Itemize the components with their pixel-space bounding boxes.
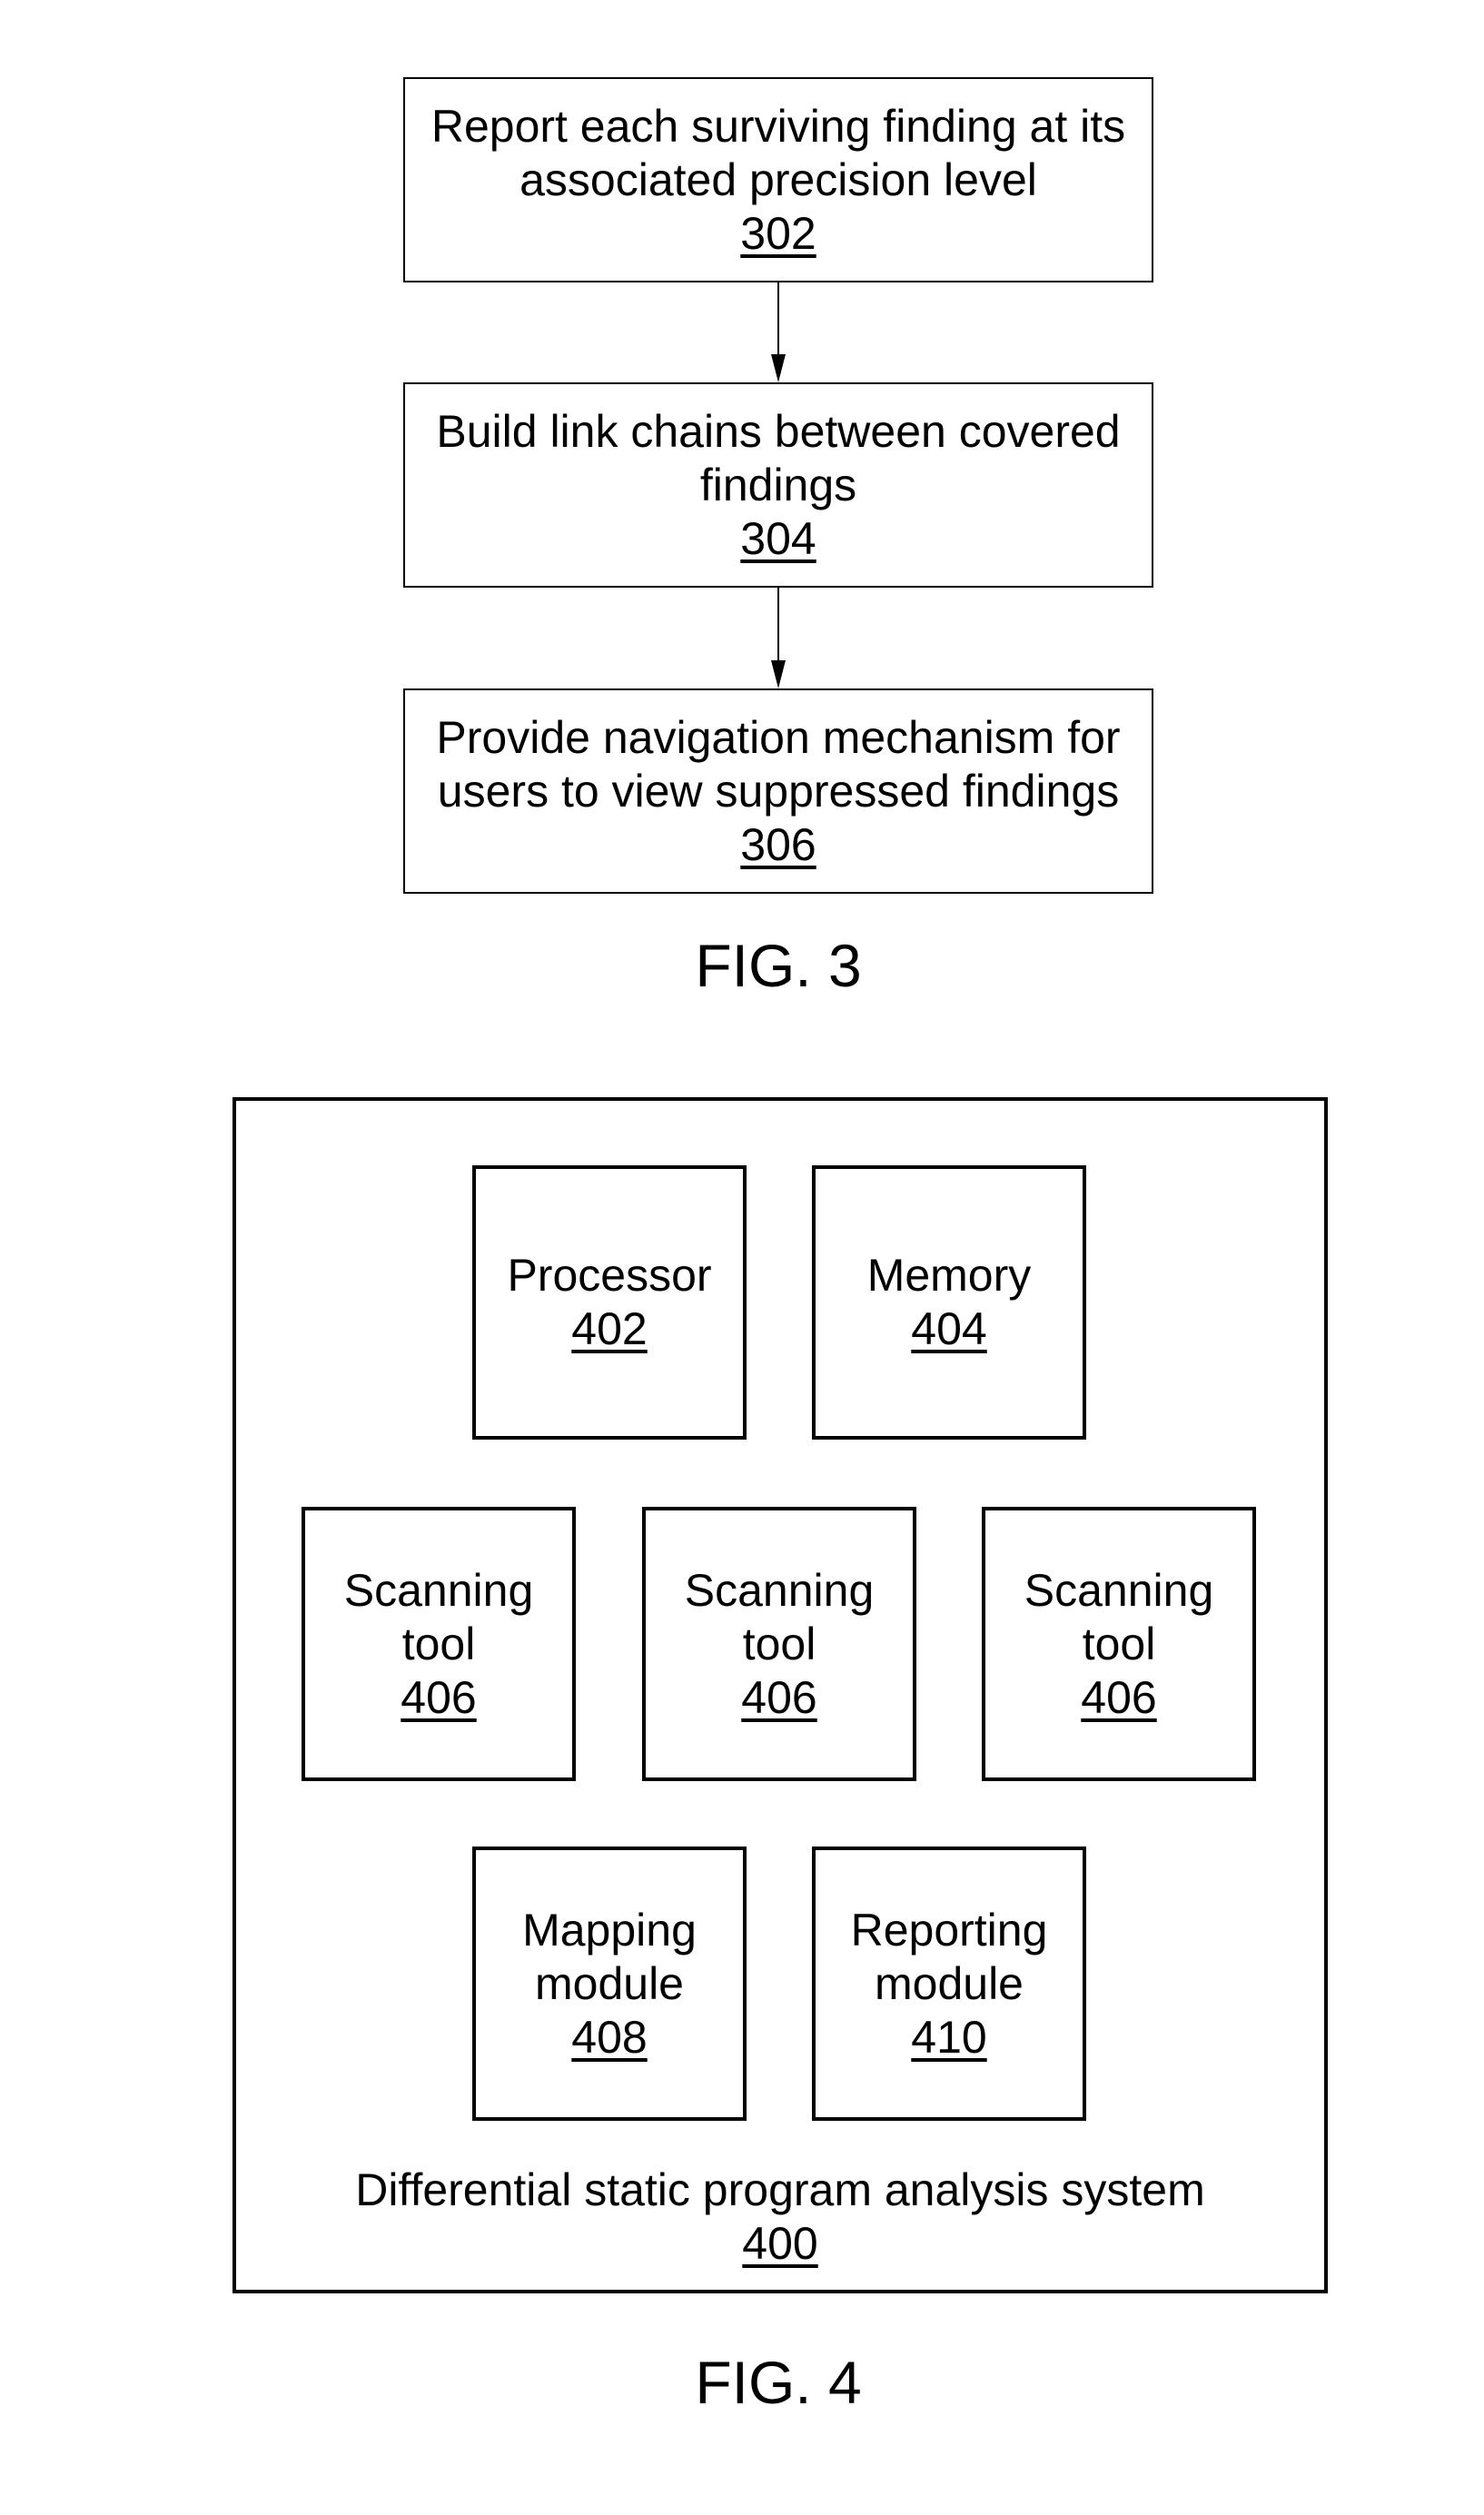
reporting-module-line-2: module bbox=[875, 1957, 1024, 2009]
scanning-tool-2-line-2: tool bbox=[742, 1618, 816, 1669]
processor-label: Processor bbox=[507, 1250, 712, 1301]
scanning-tool-406-box-2: Scanning tool 406 bbox=[642, 1507, 916, 1781]
scanning-tool-1-ref: 406 bbox=[401, 1671, 477, 1723]
fig3-caption: FIG. 3 bbox=[695, 932, 862, 999]
reporting-module-ref: 410 bbox=[911, 2011, 987, 2063]
scanning-tool-1-line-2: tool bbox=[401, 1618, 476, 1669]
system-ref: 400 bbox=[742, 2218, 818, 2269]
reporting-module-line-1: Reporting bbox=[850, 1904, 1048, 1956]
memory-ref: 404 bbox=[911, 1303, 987, 1354]
scanning-tool-406-box-3: Scanning tool 406 bbox=[982, 1507, 1256, 1781]
scanning-tool-3-line-1: Scanning bbox=[1024, 1564, 1214, 1616]
system-label-block: Differential static program analysis sys… bbox=[235, 2163, 1325, 2271]
processor-ref: 402 bbox=[571, 1303, 648, 1354]
mapping-module-line-2: module bbox=[535, 1957, 684, 2009]
memory-404-box: Memory 404 bbox=[812, 1165, 1086, 1440]
mapping-module-ref: 408 bbox=[571, 2011, 648, 2063]
processor-402-box: Processor 402 bbox=[472, 1165, 747, 1440]
system-label: Differential static program analysis sys… bbox=[355, 2164, 1205, 2215]
reporting-module-410-box: Reporting module 410 bbox=[812, 1847, 1086, 2121]
mapping-module-408-box: Mapping module 408 bbox=[472, 1847, 747, 2121]
scanning-tool-3-ref: 406 bbox=[1081, 1671, 1157, 1723]
arrow-302-to-304-head bbox=[771, 354, 786, 382]
fig3-arrows bbox=[771, 282, 786, 688]
arrow-304-to-306-head bbox=[771, 660, 786, 688]
scanning-tool-2-ref: 406 bbox=[741, 1671, 817, 1723]
mapping-module-line-1: Mapping bbox=[522, 1904, 697, 1956]
fig4-caption: FIG. 4 bbox=[695, 2349, 862, 2416]
scanning-tool-406-box-1: Scanning tool 406 bbox=[302, 1507, 576, 1781]
scanning-tool-2-line-1: Scanning bbox=[684, 1564, 875, 1616]
scanning-tool-3-line-2: tool bbox=[1082, 1618, 1156, 1669]
memory-label: Memory bbox=[866, 1250, 1032, 1301]
scanning-tool-1-line-1: Scanning bbox=[343, 1564, 534, 1616]
